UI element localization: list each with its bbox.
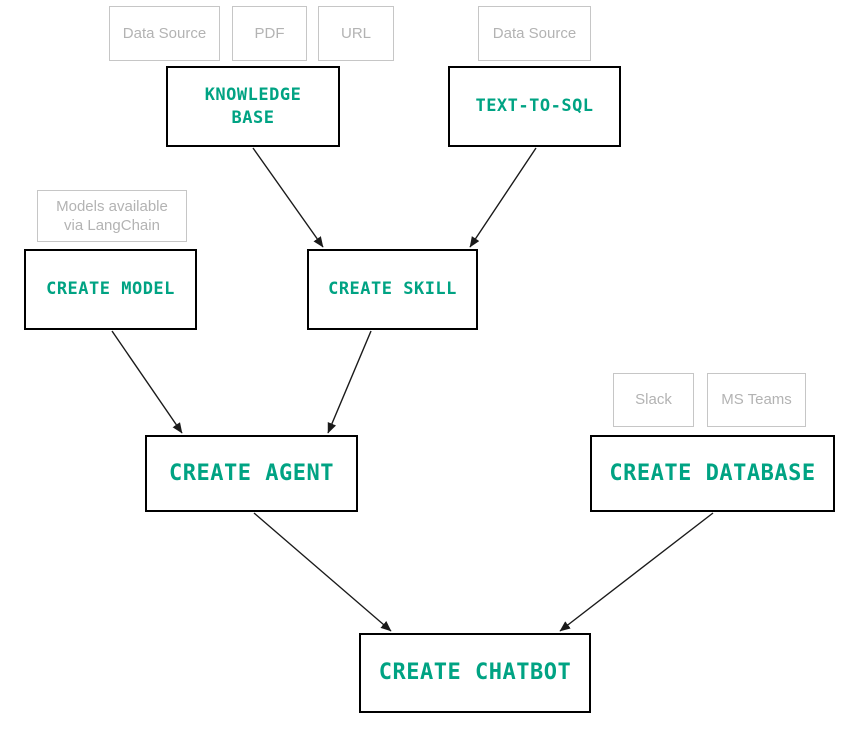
tag-kb-pdf: PDF (232, 6, 307, 61)
tag-label: URL (340, 24, 371, 42)
tag-kb-data-source: Data Source (109, 6, 220, 61)
tag-model-langchain: Models available via LangChain (37, 190, 187, 242)
node-label: CREATE CHATBOT (378, 660, 572, 686)
node-create-skill[interactable]: CREATE SKILL (307, 249, 478, 330)
edge-create-agent-to-create-chatbot (253, 512, 392, 632)
flow-diagram-canvas: Data Source PDF URL Data Source Models avail… (0, 0, 857, 730)
edge-text-to-sql-to-create-skill (469, 147, 537, 248)
tag-kb-url: URL (318, 6, 394, 61)
tag-label: PDF (254, 24, 285, 42)
node-label: CREATE DATABASE (609, 460, 816, 486)
tag-label: Data Source (492, 24, 577, 42)
node-label: CREATE AGENT (169, 460, 334, 486)
tag-chatbot-msteams: MS Teams (707, 373, 806, 427)
edge-create-model-to-create-agent (111, 330, 183, 434)
tag-label: Models available via LangChain (56, 197, 168, 235)
node-label: CREATE SKILL (328, 279, 457, 300)
node-create-database[interactable]: CREATE DATABASE (590, 435, 835, 512)
edge-knowledge-base-to-create-skill (252, 147, 324, 248)
tag-chatbot-slack: Slack (613, 373, 694, 427)
tag-label: MS Teams (721, 391, 792, 409)
node-create-agent[interactable]: CREATE AGENT (145, 435, 358, 512)
tag-sql-data-source: Data Source (478, 6, 591, 61)
node-knowledge-base[interactable]: KNOWLEDGE BASE (166, 66, 340, 147)
edge-create-skill-to-create-agent (327, 330, 372, 434)
node-create-model[interactable]: CREATE MODEL (24, 249, 197, 330)
node-create-chatbot[interactable]: CREATE CHATBOT (359, 633, 591, 713)
tag-label: Data Source (122, 24, 207, 42)
edge-create-database-to-create-chatbot (559, 512, 714, 632)
node-text-to-sql[interactable]: TEXT-TO-SQL (448, 66, 621, 147)
edge-layer (111, 147, 714, 632)
node-label: TEXT-TO-SQL (475, 96, 594, 117)
node-label: CREATE MODEL (46, 279, 175, 300)
tag-label: Slack (635, 391, 672, 409)
node-label: KNOWLEDGE BASE (204, 84, 302, 128)
